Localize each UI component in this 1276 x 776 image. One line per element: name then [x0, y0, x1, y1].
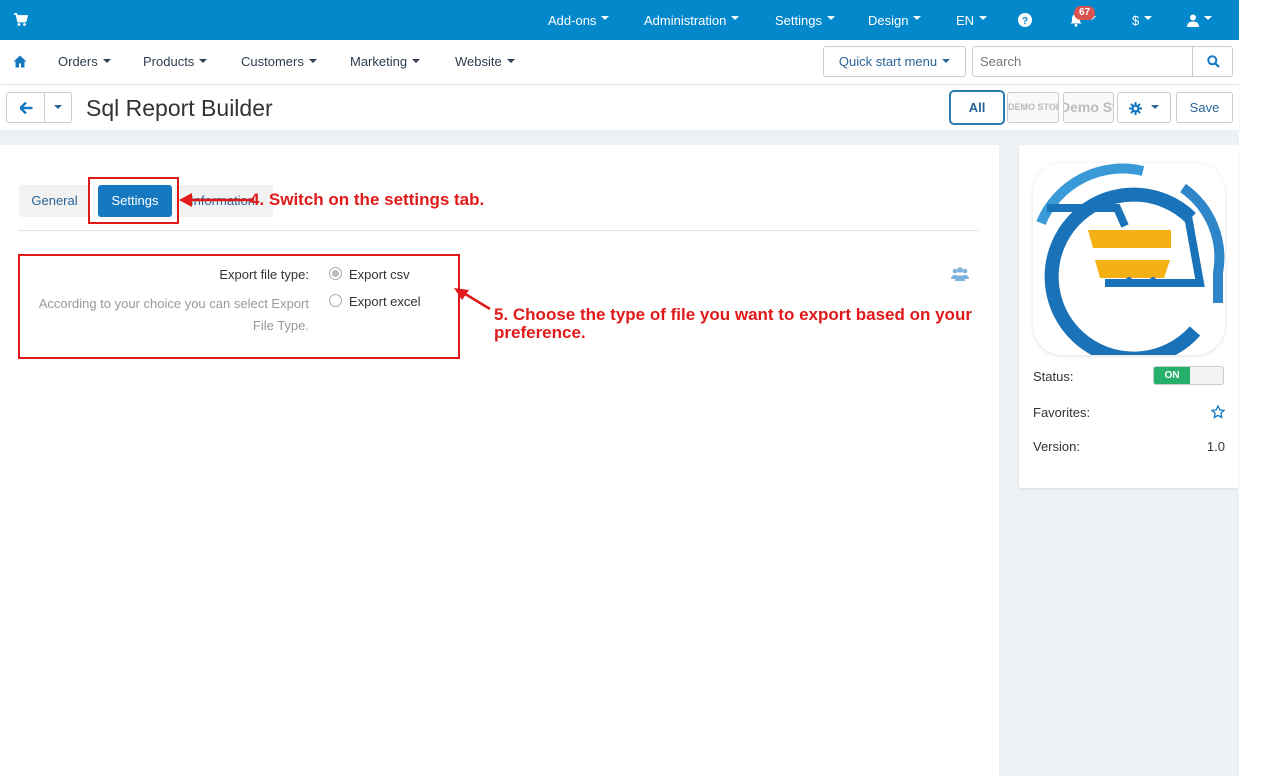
administration-menu[interactable]: Administration: [644, 0, 740, 40]
back-dropdown-button[interactable]: [44, 92, 72, 123]
version-value: 1.0: [1206, 439, 1225, 454]
language-menu[interactable]: EN: [956, 0, 988, 40]
menu-orders[interactable]: Orders: [58, 54, 111, 69]
annotation-step-4: 4. Switch on the settings tab.: [250, 190, 485, 209]
addons-label: Add-ons: [548, 12, 597, 28]
annotation-settings-tab-box: [88, 177, 179, 224]
caret-down-icon: [506, 58, 515, 63]
caret-down-icon: [1150, 104, 1159, 109]
annotation-step-5: 5. Choose the type of file you want to e…: [494, 305, 972, 342]
caret-down-icon: [1144, 16, 1153, 20]
orders-label: Orders: [58, 54, 98, 69]
notifications-badge: 67: [1074, 6, 1096, 20]
caret-down-icon: [1204, 16, 1212, 20]
quick-start-label: Quick start menu: [838, 54, 938, 69]
customers-label: Customers: [241, 54, 304, 69]
status-label: Status:: [1033, 369, 1074, 384]
tabs-divider: [18, 230, 979, 231]
annotation-export-options-box: [18, 254, 460, 359]
tab-general[interactable]: General: [19, 185, 90, 217]
caret-down-icon: [979, 16, 988, 20]
settings-menu[interactable]: Settings: [775, 0, 835, 40]
quick-start-menu-button[interactable]: Quick start menu: [823, 46, 966, 77]
menu-customers[interactable]: Customers: [241, 54, 317, 69]
caret-down-icon: [308, 58, 317, 63]
marketing-label: Marketing: [350, 54, 408, 69]
help-button[interactable]: ?: [1018, 0, 1032, 40]
title-bar: Sql Report Builder All DEMO STORE Demo S…: [0, 85, 1239, 130]
caret-down-icon: [412, 58, 421, 63]
design-label: Design: [868, 12, 909, 28]
question-circle-icon: ?: [1018, 13, 1032, 27]
storefront-all-button[interactable]: All: [949, 90, 1005, 125]
status-on-label: ON: [1154, 367, 1190, 384]
top-bar: Add-ons Administration Settings Design E…: [0, 0, 1239, 40]
gear-icon: [1129, 102, 1143, 116]
page-title: Sql Report Builder: [86, 95, 273, 121]
status-toggle[interactable]: ON: [1153, 366, 1224, 385]
menu-marketing[interactable]: Marketing: [350, 54, 421, 69]
main-panel: [0, 145, 999, 776]
user-icon: [1187, 14, 1199, 27]
caret-down-icon: [54, 104, 62, 109]
website-label: Website: [455, 54, 502, 69]
star-icon[interactable]: [1211, 405, 1225, 419]
report-builder-logo-icon: [1036, 163, 1225, 366]
products-label: Products: [143, 54, 195, 69]
caret-down-icon: [826, 16, 835, 20]
arrow-left-icon: [20, 102, 33, 114]
storefront-demo-store-button-1[interactable]: DEMO STORE: [1007, 92, 1059, 123]
caret-down-icon: [102, 58, 111, 63]
menu-products[interactable]: Products: [143, 54, 208, 69]
storefront-demo-store-button-2[interactable]: Demo Store: [1063, 92, 1114, 123]
currency-label: $: [1132, 12, 1140, 28]
design-menu[interactable]: Design: [868, 0, 922, 40]
caret-down-icon: [731, 16, 740, 20]
addon-logo: [1033, 163, 1225, 366]
main-menu-bar: Orders Products Customers Marketing Webs…: [0, 40, 1239, 85]
caret-down-icon: [601, 16, 610, 20]
users-icon[interactable]: [951, 266, 969, 282]
settings-label: Settings: [775, 12, 822, 28]
search-input[interactable]: [972, 46, 1193, 77]
cart-icon[interactable]: [13, 12, 29, 28]
save-button[interactable]: Save: [1176, 92, 1233, 123]
administration-label: Administration: [644, 12, 727, 28]
caret-down-icon: [942, 58, 951, 63]
favorites-label: Favorites:: [1033, 405, 1091, 420]
version-label: Version:: [1033, 439, 1080, 454]
language-label: EN: [956, 12, 975, 28]
search-icon: [1207, 55, 1220, 68]
caret-down-icon: [199, 58, 208, 63]
caret-down-icon: [913, 16, 922, 20]
menu-website[interactable]: Website: [455, 54, 515, 69]
addons-menu[interactable]: Add-ons: [548, 0, 610, 40]
settings-gear-button[interactable]: [1117, 92, 1171, 123]
search-button[interactable]: [1192, 46, 1233, 77]
user-menu[interactable]: [1187, 0, 1212, 40]
svg-text:?: ?: [1022, 16, 1028, 27]
annotation-arrow-up-left-icon: [454, 288, 491, 311]
annotation-arrow-left-icon: [179, 193, 254, 207]
currency-menu[interactable]: $: [1132, 0, 1153, 40]
back-button[interactable]: [6, 92, 45, 123]
home-icon[interactable]: [13, 55, 27, 68]
